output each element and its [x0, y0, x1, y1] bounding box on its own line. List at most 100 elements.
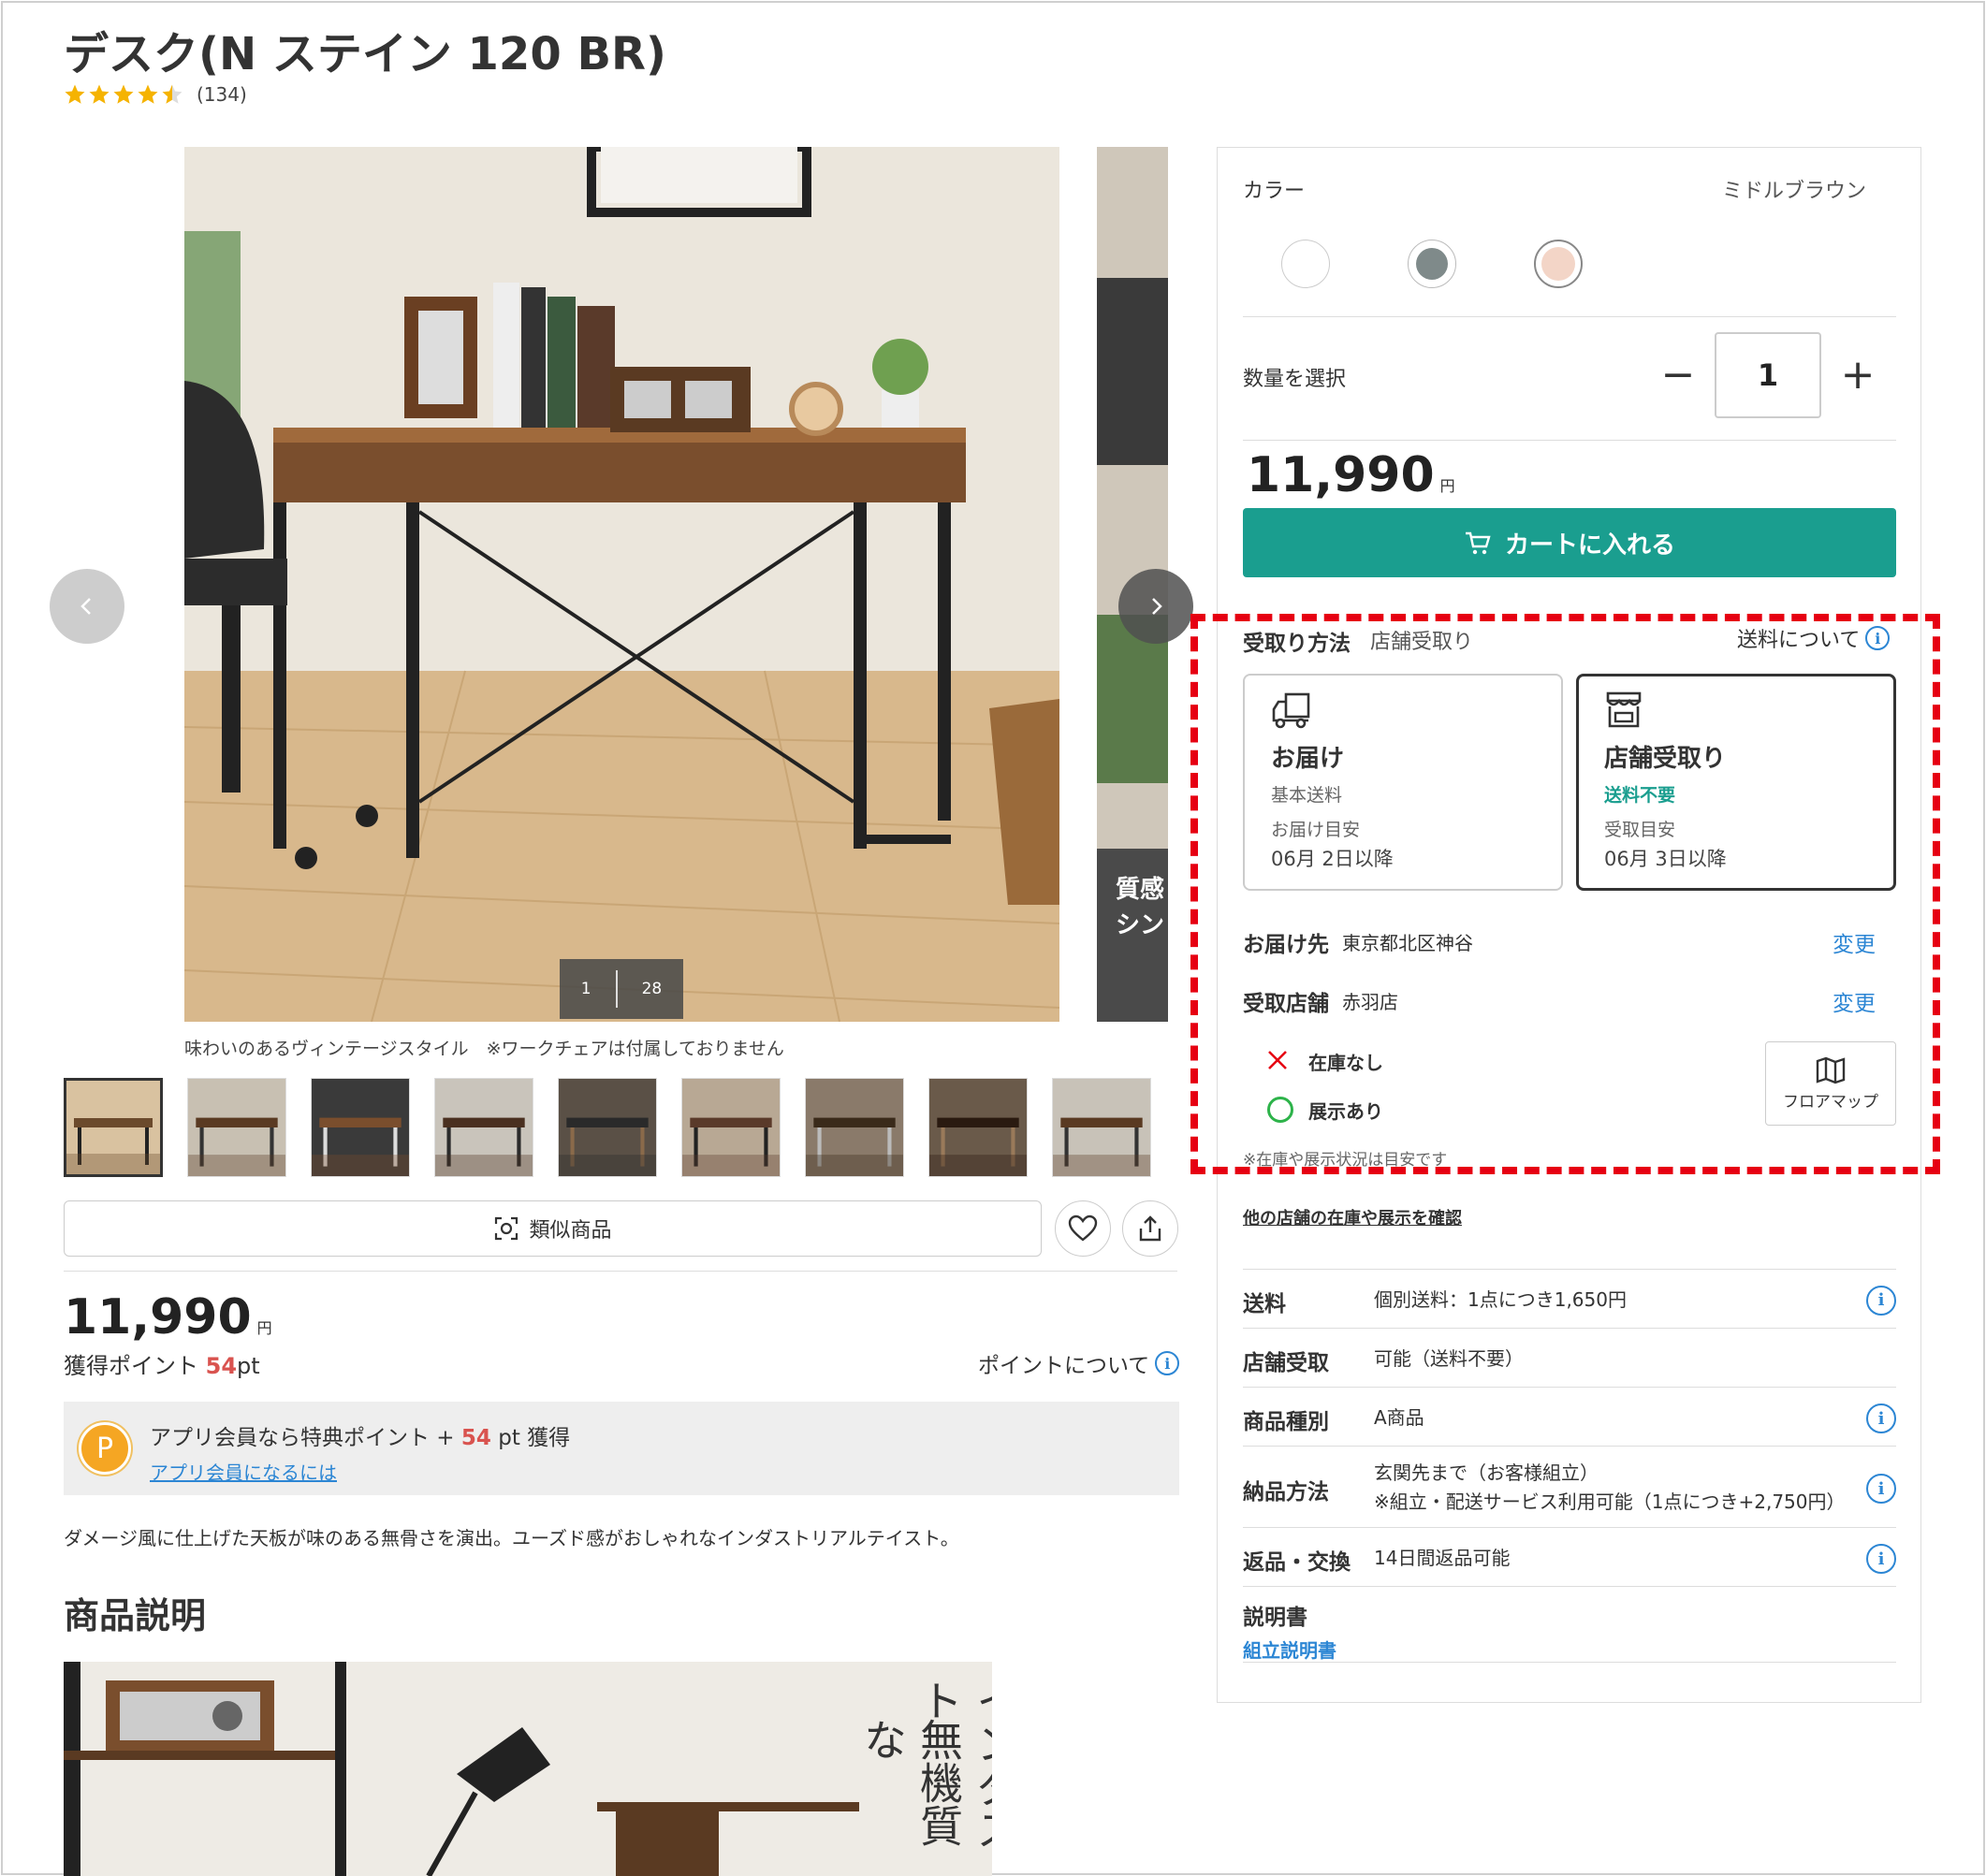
info-icon[interactable]: i — [1866, 1544, 1896, 1574]
price-value: 11,990 — [64, 1289, 252, 1345]
add-to-cart-button[interactable]: カートに入れる — [1243, 508, 1896, 577]
quantity-label: 数量を選択 — [1243, 368, 1347, 391]
app-text-pre: アプリ会員なら特典ポイント + — [150, 1426, 455, 1450]
spec-key: 送料 — [1243, 1291, 1286, 1316]
thumbnail-strip — [64, 1078, 1151, 1177]
thumbnail-image[interactable] — [434, 1078, 533, 1177]
divider — [1243, 316, 1896, 317]
counter-divider — [615, 970, 618, 1008]
share-icon — [1139, 1215, 1161, 1242]
add-to-cart-label: カートに入れる — [1504, 531, 1675, 560]
heart-icon — [1068, 1214, 1098, 1242]
favorite-button[interactable] — [1055, 1200, 1111, 1257]
spec-value: 可能（送料不要） — [1374, 1345, 1524, 1374]
swatch-fill — [1541, 247, 1575, 281]
color-swatch-white[interactable] — [1281, 240, 1330, 288]
spec-value: 14日間返品可能 — [1374, 1544, 1510, 1573]
star-icon — [113, 84, 134, 104]
prev-image-button[interactable] — [50, 569, 124, 644]
product-price: 11,990 円 — [64, 1289, 272, 1345]
thumbnail-image[interactable] — [928, 1078, 1028, 1177]
spec-row: 送料 個別送料：1点につき1,650円 i — [1243, 1270, 1896, 1329]
description-photo — [64, 1662, 992, 1876]
thumbnail-image[interactable] — [64, 1078, 163, 1177]
swatch-fill — [1416, 248, 1448, 280]
desk-photo — [184, 147, 1059, 1022]
thumbnail-photo — [312, 1079, 409, 1176]
earned-points: 獲得ポイント 54pt — [64, 1347, 260, 1380]
side-image-text-1: 質感 — [1116, 876, 1165, 904]
product-title: デスク(N ステイン 120 BR) — [64, 28, 666, 80]
spec-row: 店舗受取 可能（送料不要） — [1243, 1330, 1896, 1388]
divider — [1243, 440, 1896, 441]
highlight-box — [1190, 614, 1940, 1174]
thumbnail-photo — [1053, 1079, 1150, 1176]
similar-products-label: 類似商品 — [529, 1219, 612, 1243]
thumbnail-photo — [66, 1081, 160, 1174]
thumbnail-photo — [435, 1079, 533, 1176]
spec-value: A商品 — [1374, 1403, 1424, 1432]
app-points: 54 — [460, 1426, 491, 1450]
app-member-link[interactable]: アプリ会員になるには — [150, 1458, 337, 1485]
point-about-link[interactable]: ポイントについて i — [978, 1347, 1180, 1379]
star-icon — [89, 84, 110, 104]
share-button[interactable] — [1122, 1200, 1178, 1257]
app-member-text: アプリ会員なら特典ポイント + 54 pt 獲得 — [150, 1419, 570, 1451]
points-unit: pt — [237, 1353, 260, 1379]
description-image: インダスト 無機質な — [64, 1662, 992, 1876]
spec-value: 個別送料：1点につき1,650円 — [1374, 1286, 1627, 1315]
manual-row: 説明書 — [1243, 1599, 1307, 1631]
camera-search-icon — [495, 1216, 518, 1241]
info-icon[interactable]: i — [1866, 1403, 1896, 1433]
spec-value-line: 可能（送料不要） — [1374, 1347, 1524, 1370]
price-yen: 円 — [256, 1319, 272, 1337]
points-label: 獲得ポイント — [64, 1353, 198, 1379]
spec-key: 納品方法 — [1243, 1480, 1329, 1505]
next-image-button[interactable] — [1118, 569, 1193, 644]
product-rating[interactable]: (134) — [64, 80, 247, 109]
assembly-manual-link[interactable]: 組立説明書 — [1243, 1636, 1336, 1663]
thumbnail-photo — [929, 1079, 1027, 1176]
color-swatch-gray[interactable] — [1408, 240, 1456, 288]
vertical-text-2: 無機質な — [857, 1718, 964, 1847]
quantity-input[interactable]: 1 — [1715, 332, 1821, 418]
review-count: (134) — [197, 83, 247, 106]
rating-stars — [64, 83, 183, 106]
spec-key: 商品種別 — [1243, 1410, 1329, 1434]
spec-row: 商品種別 A商品 i — [1243, 1389, 1896, 1447]
selected-color: ミドルブラウン — [1722, 180, 1867, 203]
color-swatch-pink[interactable] — [1534, 240, 1583, 288]
panel-price-value: 11,990 — [1247, 447, 1435, 503]
thumbnail-image[interactable] — [187, 1078, 286, 1177]
thumbnail-image[interactable] — [558, 1078, 657, 1177]
spec-value-line: 個別送料：1点につき1,650円 — [1374, 1287, 1627, 1311]
quantity-increase-button[interactable]: + — [1834, 346, 1881, 402]
spec-key: 返品・交換 — [1243, 1550, 1351, 1575]
spec-value-line: 玄関先まで（お客様組立） — [1374, 1462, 1599, 1484]
chevron-right-icon — [1152, 598, 1162, 615]
image-caption: 味わいのあるヴィンテージスタイル ※ワークチェアは付属しておりません — [184, 1039, 784, 1059]
info-icon[interactable]: i — [1866, 1285, 1896, 1316]
thumbnail-photo — [682, 1079, 780, 1176]
image-counter: 1 28 — [560, 959, 683, 1019]
app-text-post: pt 獲得 — [498, 1426, 571, 1450]
thumbnail-image[interactable] — [1052, 1078, 1151, 1177]
thumbnail-image[interactable] — [805, 1078, 904, 1177]
info-icon: i — [1155, 1351, 1180, 1375]
cart-icon — [1465, 531, 1491, 555]
spec-row: 納品方法 玄関先まで（お客様組立） ※組立・配送サービス利用可能（1点につき+2,7… — [1243, 1447, 1896, 1528]
similar-products-button[interactable]: 類似商品 — [64, 1200, 1042, 1257]
star-icon — [138, 84, 158, 104]
thumbnail-image[interactable] — [311, 1078, 410, 1177]
thumbnail-image[interactable] — [681, 1078, 781, 1177]
chevron-left-icon — [80, 598, 91, 615]
quantity-decrease-button[interactable]: − — [1655, 346, 1701, 402]
spec-value-line: A商品 — [1374, 1406, 1424, 1429]
manual-label: 説明書 — [1243, 1606, 1307, 1630]
main-product-image[interactable] — [184, 147, 1059, 1022]
color-label: カラー — [1243, 180, 1306, 203]
spec-value-line: ※組立・配送サービス利用可能（1点につき+2,750円） — [1374, 1491, 1846, 1513]
info-icon[interactable]: i — [1866, 1474, 1896, 1504]
star-icon — [162, 84, 183, 104]
other-stores-link[interactable]: 他の店舗の在庫や展示を確認 — [1243, 1205, 1462, 1229]
